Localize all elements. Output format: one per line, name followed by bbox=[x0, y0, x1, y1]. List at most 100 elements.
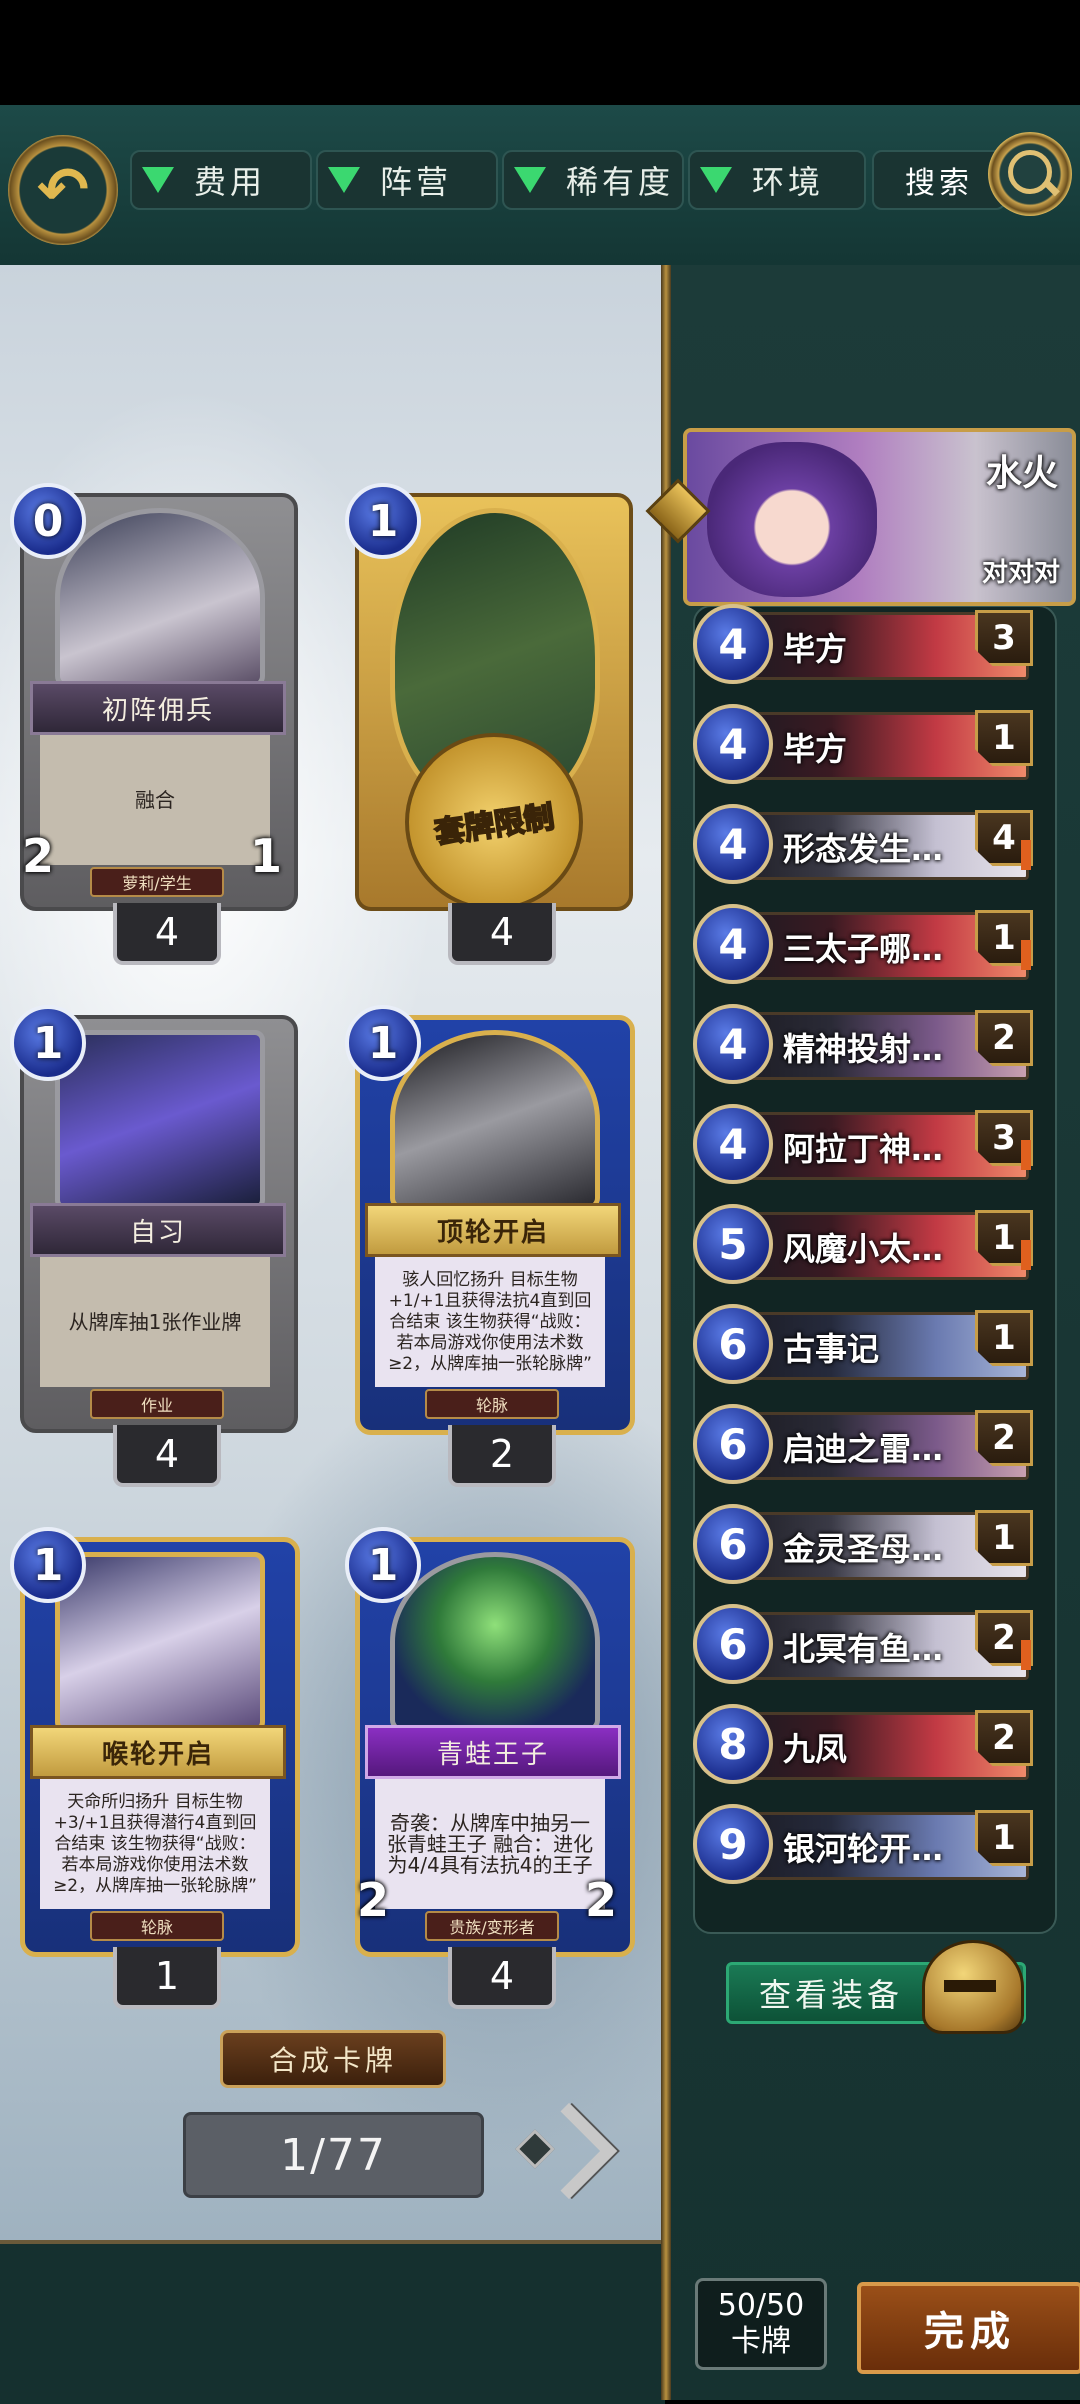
filter-cost[interactable]: 费用 bbox=[130, 150, 312, 210]
dropdown-triangle-icon bbox=[514, 167, 546, 193]
card-item[interactable]: 顶轮开启 骇人回忆扬升 目标生物+1/+1且获得法抗4直到回合结束 该生物获得“… bbox=[345, 1005, 635, 1487]
hero-banner[interactable]: 水火 对对对 bbox=[683, 428, 1076, 606]
filter-environment[interactable]: 环境 bbox=[688, 150, 866, 210]
deck-item-name: 毕方 bbox=[783, 730, 848, 768]
back-button[interactable]: ↶ bbox=[8, 135, 118, 245]
page-indicator: 1/77 bbox=[183, 2112, 484, 2198]
deck-list-item[interactable]: 4 毕方 3 bbox=[693, 600, 1033, 684]
deck-list-item[interactable]: 8 九凤 2 bbox=[693, 1700, 1033, 1784]
deck-list-item[interactable]: 4 形态发生… 4 bbox=[693, 800, 1033, 884]
card-name: 初阵佣兵 bbox=[30, 681, 286, 735]
deck-item-cost: 4 bbox=[693, 904, 773, 984]
deck-list-item[interactable]: 4 三太子哪… 1 bbox=[693, 900, 1033, 984]
deck-item-name: 金灵圣母… bbox=[783, 1530, 944, 1568]
deck-item-count: 1 bbox=[975, 710, 1033, 766]
card-count: 4 bbox=[448, 903, 556, 965]
bottom-left-bar bbox=[0, 2240, 665, 2404]
craft-card-button[interactable]: 合成卡牌 bbox=[220, 2030, 446, 2088]
card-text: 骇人回忆扬升 目标生物+1/+1且获得法抗4直到回合结束 该生物获得“战败：若本… bbox=[375, 1257, 605, 1387]
card-art bbox=[55, 508, 265, 688]
rarity-marker bbox=[1021, 840, 1031, 870]
deck-name: 对对对 bbox=[981, 558, 1060, 588]
card-tribe: 作业 bbox=[90, 1389, 224, 1419]
card-item[interactable]: 青蛙王子 奇袭：从牌库中抽另一张青蛙王子 融合：进化为4/4具有法抗4的王子 贵… bbox=[345, 1527, 635, 2009]
card-item[interactable]: 喉轮开启 天命所归扬升 目标生物+3/+1且获得潜行4直到回合结束 该生物获得“… bbox=[10, 1527, 300, 2009]
search-icon[interactable] bbox=[988, 132, 1072, 216]
card-text: 从牌库抽1张作业牌 bbox=[40, 1257, 270, 1387]
card-art bbox=[390, 1552, 600, 1732]
deck-count-value: 50/50 bbox=[717, 2288, 805, 2323]
deck-item-cost: 4 bbox=[693, 604, 773, 684]
deck-list-item[interactable]: 6 北冥有鱼… 2 bbox=[693, 1600, 1033, 1684]
card-cost: 1 bbox=[345, 1005, 421, 1081]
card-item[interactable]: 自习 从牌库抽1张作业牌 作业 1 4 bbox=[10, 1005, 300, 1487]
deck-card-count: 50/50 卡牌 bbox=[695, 2278, 827, 2370]
hero-name: 水火 bbox=[985, 453, 1058, 494]
deck-item-cost: 6 bbox=[693, 1304, 773, 1384]
deck-item-cost: 4 bbox=[693, 1104, 773, 1184]
deck-list-item[interactable]: 4 精神投射… 2 bbox=[693, 1000, 1033, 1084]
dropdown-triangle-icon bbox=[328, 167, 360, 193]
deck-item-cost: 4 bbox=[693, 704, 773, 784]
card-name: 顶轮开启 bbox=[365, 1203, 621, 1257]
card-cost: 0 bbox=[10, 483, 86, 559]
card-tribe: 萝莉/学生 bbox=[90, 867, 224, 897]
deck-item-count: 1 bbox=[975, 1510, 1033, 1566]
done-button[interactable]: 完成 bbox=[857, 2282, 1080, 2374]
deck-item-cost: 9 bbox=[693, 1804, 773, 1884]
status-bar bbox=[0, 0, 1080, 105]
deck-item-count: 2 bbox=[975, 1410, 1033, 1466]
filter-label: 阵营 bbox=[380, 163, 453, 201]
deck-item-name: 启迪之雷… bbox=[783, 1430, 944, 1468]
hero-portrait bbox=[707, 442, 877, 597]
card-art bbox=[55, 1552, 265, 1732]
deck-list-item[interactable]: 6 金灵圣母… 1 bbox=[693, 1500, 1033, 1584]
card-attack: 2 bbox=[22, 829, 55, 883]
header-bar: ↶ 费用 阵营 稀有度 环境 搜索 bbox=[0, 105, 1080, 269]
filter-label: 稀有度 bbox=[566, 163, 675, 201]
rarity-marker bbox=[1021, 1140, 1031, 1170]
dropdown-triangle-icon bbox=[700, 167, 732, 193]
deck-list-item[interactable]: 5 风魔小太… 1 bbox=[693, 1200, 1033, 1284]
deck-list-item[interactable]: 4 阿拉丁神… 3 bbox=[693, 1100, 1033, 1184]
filter-label: 费用 bbox=[194, 163, 267, 201]
card-attack: 2 bbox=[357, 1873, 390, 1927]
card-name: 自习 bbox=[30, 1203, 286, 1257]
deck-item-count: 1 bbox=[975, 1310, 1033, 1366]
card-art bbox=[55, 1030, 265, 1210]
deck-item-cost: 5 bbox=[693, 1204, 773, 1284]
card-cost: 1 bbox=[10, 1527, 86, 1603]
deck-restriction-seal: 套牌限制 bbox=[405, 733, 583, 911]
card-collection-panel[interactable]: 初阵佣兵 融合 萝莉/学生 0 2 1 4 套牌限制 1 4 自习 从牌库抽1张… bbox=[0, 265, 665, 2240]
card-item[interactable]: 初阵佣兵 融合 萝莉/学生 0 2 1 4 bbox=[10, 483, 300, 965]
next-page-button[interactable] bbox=[515, 2095, 618, 2200]
deck-list-item[interactable]: 4 毕方 1 bbox=[693, 700, 1033, 784]
card-count: 2 bbox=[448, 1425, 556, 1487]
rarity-marker bbox=[1021, 1240, 1031, 1270]
filter-faction[interactable]: 阵营 bbox=[316, 150, 498, 210]
deck-list-item[interactable]: 6 古事记 1 bbox=[693, 1300, 1033, 1384]
card-count: 4 bbox=[113, 903, 221, 965]
search-input[interactable]: 搜索 bbox=[872, 150, 1006, 210]
helmet-icon bbox=[900, 1940, 1040, 2050]
deck-list-item[interactable]: 6 启迪之雷… 2 bbox=[693, 1400, 1033, 1484]
filter-rarity[interactable]: 稀有度 bbox=[502, 150, 684, 210]
deck-item-count: 2 bbox=[975, 1010, 1033, 1066]
dropdown-triangle-icon bbox=[142, 167, 174, 193]
deck-item-count: 3 bbox=[975, 610, 1033, 666]
deck-item-name: 毕方 bbox=[783, 630, 848, 668]
card-count: 1 bbox=[113, 1947, 221, 2009]
deck-item-name: 九凤 bbox=[783, 1730, 848, 1768]
deck-item-cost: 6 bbox=[693, 1504, 773, 1584]
deck-item-name: 银河轮开… bbox=[783, 1830, 944, 1868]
filter-label: 环境 bbox=[752, 163, 825, 201]
card-tribe: 轮脉 bbox=[425, 1389, 559, 1419]
deck-item-cost: 6 bbox=[693, 1404, 773, 1484]
card-name: 喉轮开启 bbox=[30, 1725, 286, 1779]
deck-item-name: 精神投射… bbox=[783, 1030, 944, 1068]
view-equipment-label: 查看装备 bbox=[759, 1976, 904, 2014]
card-text: 融合 bbox=[40, 735, 270, 865]
card-item[interactable]: 套牌限制 1 4 bbox=[345, 483, 635, 965]
deck-list-item[interactable]: 9 银河轮开… 1 bbox=[693, 1800, 1033, 1884]
deck-item-cost: 8 bbox=[693, 1704, 773, 1784]
